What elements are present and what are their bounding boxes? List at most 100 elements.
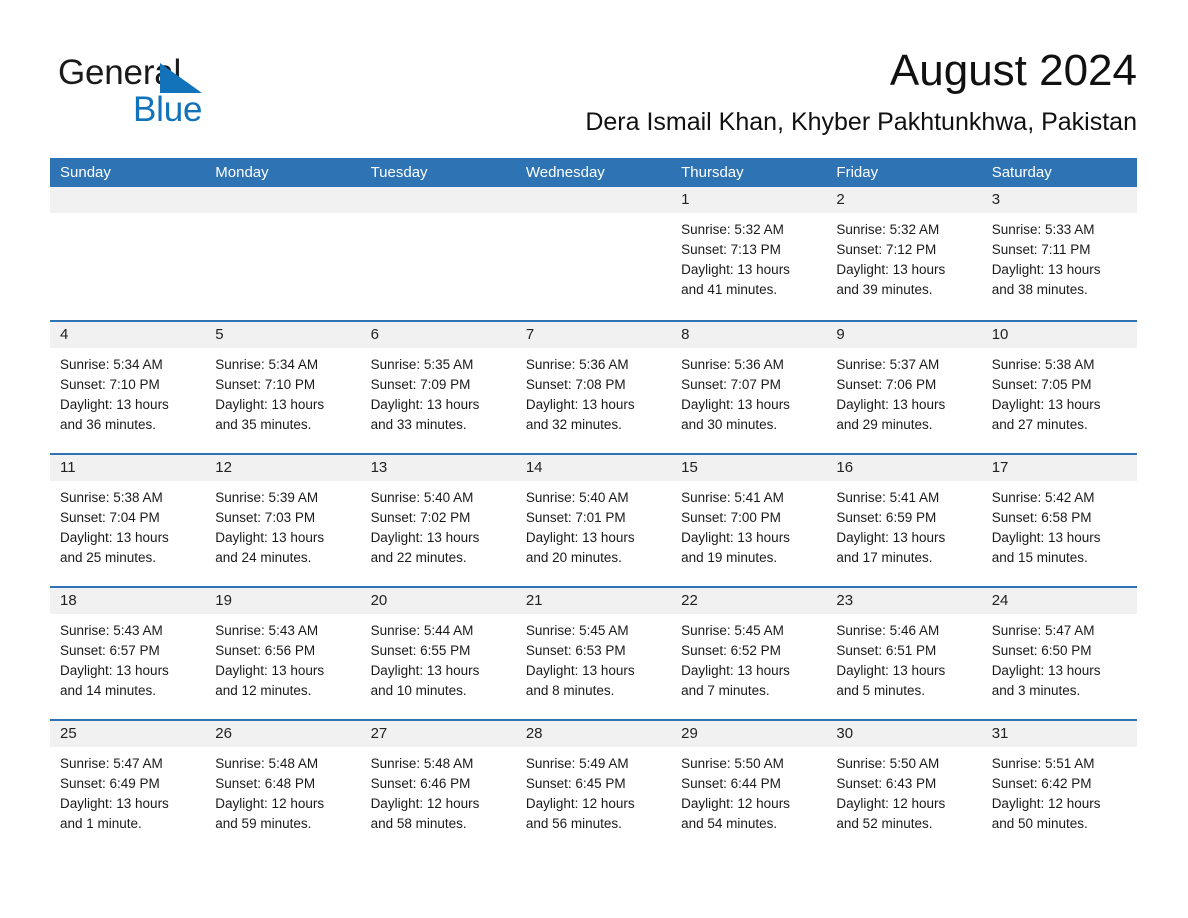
daylight-text-line2: and 58 minutes.	[370, 816, 467, 831]
day-number-band: 5	[205, 322, 361, 348]
day-cell[interactable]: 19 Sunrise: 5:43 AM Sunset: 6:56 PM Dayl…	[205, 588, 361, 719]
day-cell[interactable]: 28 Sunrise: 5:49 AM Sunset: 6:45 PM Dayl…	[515, 721, 672, 852]
day-number: 20	[370, 592, 388, 609]
day-cell[interactable]: 29 Sunrise: 5:50 AM Sunset: 6:44 PM Dayl…	[671, 721, 827, 852]
sunrise-text: Sunrise: 5:43 AM	[60, 623, 163, 638]
daylight-text-line1: Daylight: 13 hours	[836, 262, 946, 277]
sunset-text: Sunset: 6:52 PM	[681, 643, 781, 658]
day-cell[interactable]: 4 Sunrise: 5:34 AM Sunset: 7:10 PM Dayli…	[50, 322, 206, 453]
day-cell[interactable]: 6 Sunrise: 5:35 AM Sunset: 7:09 PM Dayli…	[360, 322, 516, 453]
day-number-band	[205, 187, 361, 213]
daylight-text-line1: Daylight: 13 hours	[60, 796, 169, 811]
sunset-text: Sunset: 6:59 PM	[836, 510, 937, 525]
day-number-band: 22	[671, 588, 827, 614]
day-number: 28	[525, 725, 543, 742]
day-number: 27	[370, 725, 388, 742]
sunset-text: Sunset: 6:43 PM	[836, 776, 937, 791]
daylight-text-line2: and 52 minutes.	[836, 816, 933, 831]
day-number-band: 25	[50, 721, 206, 747]
daylight-text-line1: Daylight: 12 hours	[991, 796, 1101, 811]
day-cell[interactable]: 21 Sunrise: 5:45 AM Sunset: 6:53 PM Dayl…	[515, 588, 672, 719]
day-cell[interactable]: 17 Sunrise: 5:42 AM Sunset: 6:58 PM Dayl…	[981, 455, 1137, 586]
day-cell[interactable]: 8 Sunrise: 5:36 AM Sunset: 7:07 PM Dayli…	[671, 322, 827, 453]
weekday-header-tuesday: Tuesday	[370, 164, 428, 181]
day-cell[interactable]	[50, 187, 206, 320]
day-cell[interactable]: 24 Sunrise: 5:47 AM Sunset: 6:50 PM Dayl…	[981, 588, 1137, 719]
sunrise-text: Sunrise: 5:37 AM	[836, 357, 940, 372]
general-blue-logo[interactable]: General Blue	[58, 52, 318, 138]
daylight-text-line2: and 59 minutes.	[215, 816, 312, 831]
day-cell[interactable]: 1 Sunrise: 5:32 AM Sunset: 7:13 PM Dayli…	[671, 187, 827, 320]
day-number-band: 19	[205, 588, 361, 614]
day-cell[interactable]: 11 Sunrise: 5:38 AM Sunset: 7:04 PM Dayl…	[50, 455, 206, 586]
day-cell[interactable]: 13 Sunrise: 5:40 AM Sunset: 7:02 PM Dayl…	[360, 455, 516, 586]
day-cell[interactable]: 14 Sunrise: 5:40 AM Sunset: 7:01 PM Dayl…	[515, 455, 672, 586]
day-cell[interactable]: 9 Sunrise: 5:37 AM Sunset: 7:06 PM Dayli…	[826, 322, 982, 453]
sunset-text: Sunset: 6:51 PM	[836, 643, 937, 658]
day-cell[interactable]: 23 Sunrise: 5:46 AM Sunset: 6:51 PM Dayl…	[826, 588, 982, 719]
day-details: Sunrise: 5:37 AM Sunset: 7:06 PM Dayligh…	[826, 348, 981, 435]
title-block: August 2024 Dera Ismail Khan, Khyber Pak…	[585, 44, 1137, 140]
calendar-grid: Sunday Monday Tuesday Wednesday Thursday…	[50, 158, 1137, 852]
day-details: Sunrise: 5:38 AM Sunset: 7:04 PM Dayligh…	[50, 481, 205, 568]
day-number: 14	[525, 459, 543, 476]
day-number: 6	[370, 326, 379, 343]
day-number-band: 16	[826, 455, 982, 481]
day-cell[interactable]: 16 Sunrise: 5:41 AM Sunset: 6:59 PM Dayl…	[826, 455, 982, 586]
daylight-text-line1: Daylight: 13 hours	[60, 530, 169, 545]
sunset-text: Sunset: 7:11 PM	[991, 242, 1091, 257]
day-cell[interactable]: 15 Sunrise: 5:41 AM Sunset: 7:00 PM Dayl…	[671, 455, 827, 586]
daylight-text-line2: and 41 minutes.	[681, 282, 778, 297]
daylight-text-line2: and 24 minutes.	[215, 550, 312, 565]
day-number: 17	[991, 459, 1009, 476]
day-details: Sunrise: 5:51 AM Sunset: 6:42 PM Dayligh…	[982, 747, 1137, 834]
day-details: Sunrise: 5:45 AM Sunset: 6:53 PM Dayligh…	[516, 614, 671, 701]
day-cell[interactable]: 30 Sunrise: 5:50 AM Sunset: 6:43 PM Dayl…	[826, 721, 982, 852]
day-number: 11	[60, 459, 76, 476]
day-cell[interactable]	[360, 187, 516, 320]
day-cell[interactable]: 25 Sunrise: 5:47 AM Sunset: 6:49 PM Dayl…	[50, 721, 206, 852]
day-cell[interactable]	[515, 187, 672, 320]
day-details: Sunrise: 5:36 AM Sunset: 7:07 PM Dayligh…	[671, 348, 826, 435]
daylight-text-line2: and 7 minutes.	[681, 683, 770, 698]
day-details: Sunrise: 5:40 AM Sunset: 7:01 PM Dayligh…	[516, 481, 671, 568]
day-cell[interactable]: 20 Sunrise: 5:44 AM Sunset: 6:55 PM Dayl…	[360, 588, 516, 719]
sunrise-text: Sunrise: 5:32 AM	[681, 222, 784, 237]
day-cell[interactable]: 31 Sunrise: 5:51 AM Sunset: 6:42 PM Dayl…	[981, 721, 1137, 852]
daylight-text-line2: and 27 minutes.	[991, 417, 1088, 432]
day-cell[interactable]	[205, 187, 361, 320]
daylight-text-line2: and 14 minutes.	[60, 683, 157, 698]
day-number-band: 3	[981, 187, 1137, 213]
day-cell[interactable]: 22 Sunrise: 5:45 AM Sunset: 6:52 PM Dayl…	[671, 588, 827, 719]
daylight-text-line2: and 38 minutes.	[991, 282, 1088, 297]
daylight-text-line2: and 19 minutes.	[681, 550, 778, 565]
day-details: Sunrise: 5:41 AM Sunset: 6:59 PM Dayligh…	[826, 481, 981, 568]
day-cell[interactable]: 12 Sunrise: 5:39 AM Sunset: 7:03 PM Dayl…	[205, 455, 361, 586]
daylight-text-line1: Daylight: 13 hours	[991, 397, 1101, 412]
daylight-text-line2: and 1 minute.	[60, 816, 142, 831]
daylight-text-line1: Daylight: 12 hours	[836, 796, 946, 811]
daylight-text-line2: and 10 minutes.	[370, 683, 467, 698]
day-number-band: 4	[50, 322, 206, 348]
daylight-text-line1: Daylight: 13 hours	[215, 663, 325, 678]
sunset-text: Sunset: 7:08 PM	[525, 377, 626, 392]
daylight-text-line1: Daylight: 13 hours	[370, 663, 480, 678]
day-cell[interactable]: 26 Sunrise: 5:48 AM Sunset: 6:48 PM Dayl…	[205, 721, 361, 852]
day-cell[interactable]: 5 Sunrise: 5:34 AM Sunset: 7:10 PM Dayli…	[205, 322, 361, 453]
day-cell[interactable]: 3 Sunrise: 5:33 AM Sunset: 7:11 PM Dayli…	[981, 187, 1137, 320]
day-cell[interactable]: 10 Sunrise: 5:38 AM Sunset: 7:05 PM Dayl…	[981, 322, 1137, 453]
day-number-band: 31	[981, 721, 1137, 747]
daylight-text-line1: Daylight: 13 hours	[991, 663, 1101, 678]
sunset-text: Sunset: 6:57 PM	[60, 643, 160, 658]
day-cell[interactable]: 2 Sunrise: 5:32 AM Sunset: 7:12 PM Dayli…	[826, 187, 982, 320]
day-details: Sunrise: 5:40 AM Sunset: 7:02 PM Dayligh…	[361, 481, 516, 568]
day-number: 7	[525, 326, 535, 343]
day-cell[interactable]: 7 Sunrise: 5:36 AM Sunset: 7:08 PM Dayli…	[515, 322, 672, 453]
day-number-band: 12	[205, 455, 361, 481]
day-cell[interactable]: 27 Sunrise: 5:48 AM Sunset: 6:46 PM Dayl…	[360, 721, 516, 852]
day-details: Sunrise: 5:47 AM Sunset: 6:50 PM Dayligh…	[982, 614, 1137, 701]
sunrise-text: Sunrise: 5:45 AM	[525, 623, 629, 638]
day-cell[interactable]: 18 Sunrise: 5:43 AM Sunset: 6:57 PM Dayl…	[50, 588, 206, 719]
day-details: Sunrise: 5:48 AM Sunset: 6:46 PM Dayligh…	[361, 747, 516, 834]
sunset-text: Sunset: 6:49 PM	[60, 776, 160, 791]
